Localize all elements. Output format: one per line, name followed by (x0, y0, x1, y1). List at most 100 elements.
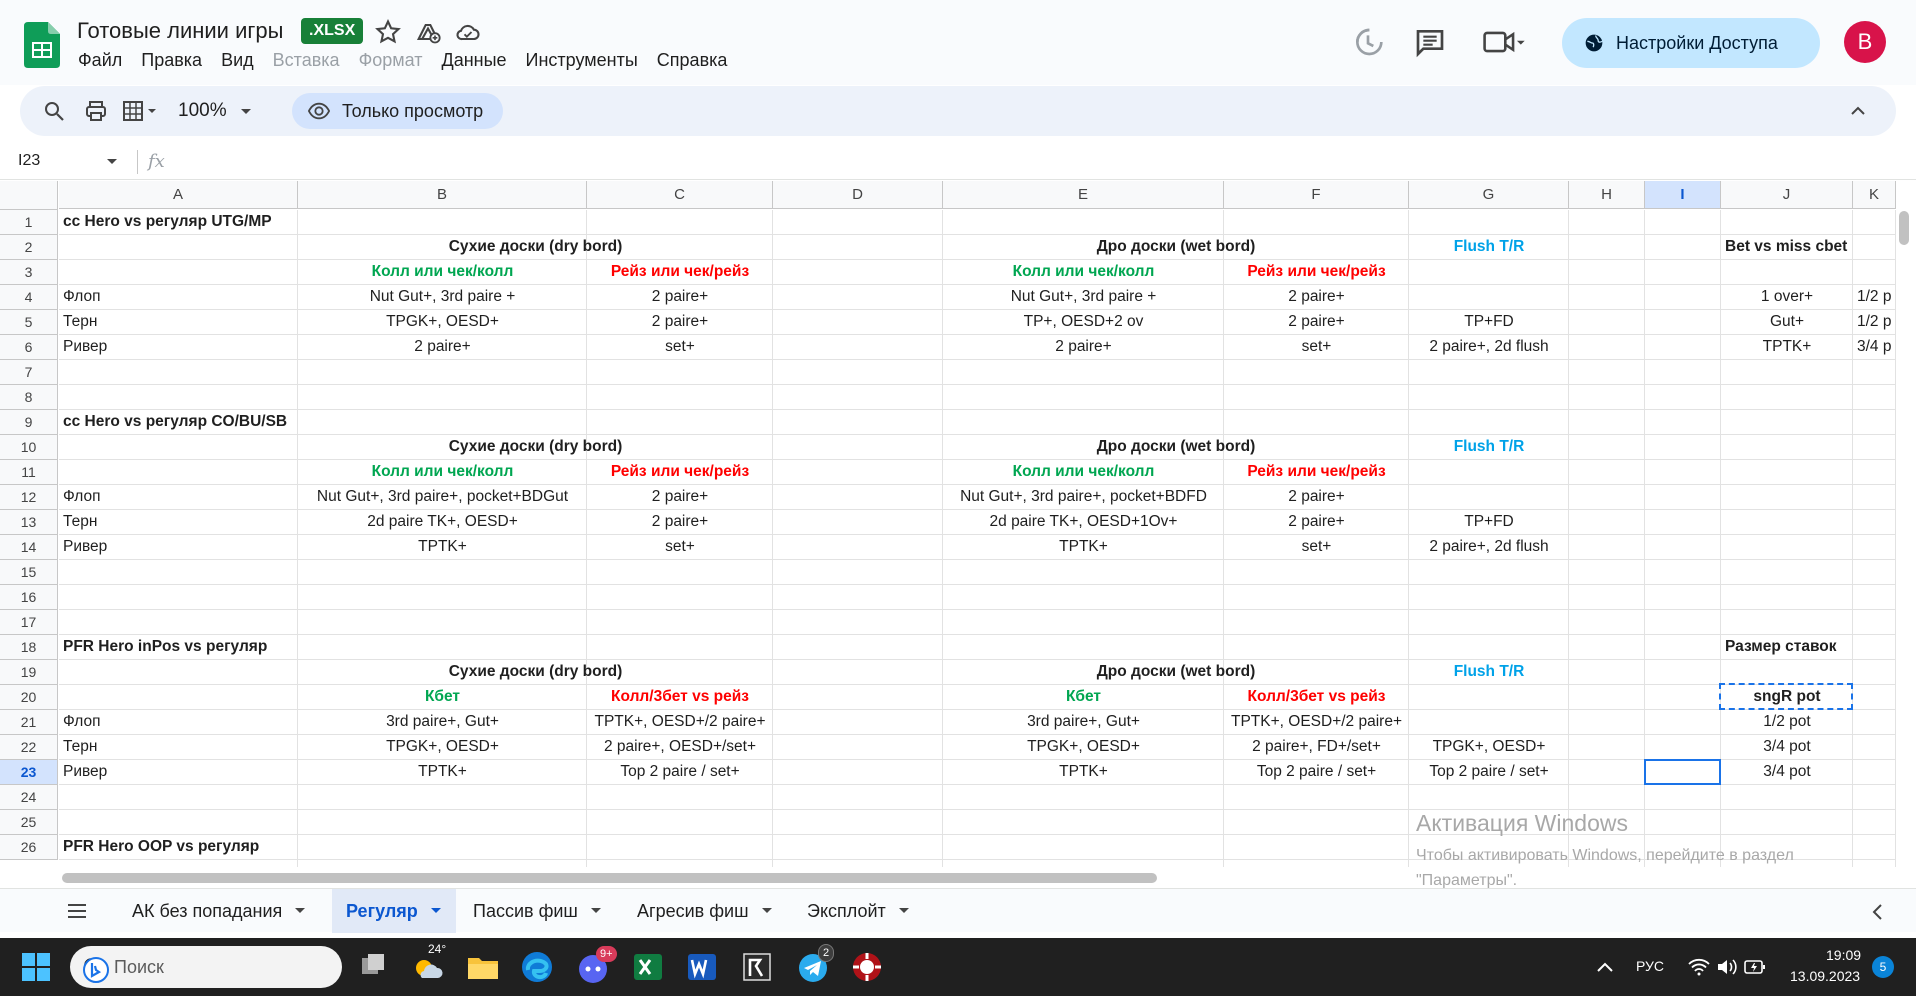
menu-item[interactable]: Справка (657, 50, 728, 71)
cell-b10[interactable]: Сухие доски (dry bord) (298, 435, 773, 460)
sheet-tab-dropdown-icon[interactable] (590, 907, 602, 915)
cell-j22[interactable]: 3/4 pot (1721, 735, 1853, 760)
row-header[interactable]: 25 (0, 810, 58, 835)
row-header[interactable]: 15 (0, 560, 58, 585)
row-header[interactable]: 17 (0, 610, 58, 635)
column-header[interactable]: H (1569, 181, 1645, 209)
cell-b20[interactable]: Кбет (298, 685, 587, 710)
cell-a26[interactable]: PFR Hero OOP vs регуляр (59, 835, 298, 860)
taskbar-search[interactable]: Поиск (70, 946, 342, 988)
cell-b12[interactable]: Nut Gut+, 3rd paire+, pocket+BDGut (298, 485, 587, 510)
row-header[interactable]: 24 (0, 785, 58, 810)
cell-e19[interactable]: Дро доски (wet bord) (943, 660, 1409, 685)
word-icon[interactable] (682, 948, 720, 986)
bing-icon[interactable] (82, 956, 110, 984)
sheet-tab-dropdown-icon[interactable] (430, 907, 442, 915)
cell-f5[interactable]: 2 paire+ (1224, 310, 1409, 335)
tray-expand-icon[interactable] (1596, 960, 1614, 974)
windows-start-icon[interactable] (22, 953, 50, 981)
cell-g2[interactable]: Flush T/R (1409, 235, 1569, 260)
cell-f4[interactable]: 2 paire+ (1224, 285, 1409, 310)
vertical-scrollbar-thumb[interactable] (1899, 211, 1909, 245)
column-header[interactable]: A (59, 181, 298, 209)
menu-item[interactable]: Формат (359, 50, 423, 71)
cell-g6[interactable]: 2 paire+, 2d flush (1409, 335, 1569, 360)
cell-e10[interactable]: Дро доски (wet bord) (943, 435, 1409, 460)
sheet-tab-dropdown-icon[interactable] (761, 907, 773, 915)
sheet-tab[interactable]: Регуляр (332, 889, 456, 933)
column-header[interactable]: K (1853, 181, 1896, 209)
comments-icon[interactable] (1414, 26, 1446, 58)
print-icon[interactable] (84, 99, 108, 123)
cell-e11[interactable]: Колл или чек/колл (943, 460, 1224, 485)
cell-e14[interactable]: TPTK+ (943, 535, 1224, 560)
row-header[interactable]: 26 (0, 835, 58, 860)
view-only-button[interactable]: Только просмотр (292, 93, 504, 129)
menu-item[interactable]: Инструменты (526, 50, 638, 71)
cell-c20[interactable]: Колл/3бет vs рейз (587, 685, 773, 710)
cell-k4[interactable]: 1/2 р (1853, 285, 1896, 310)
cell-c21[interactable]: TPTK+, OESD+/2 paire+ (587, 710, 773, 735)
version-history-icon[interactable] (1352, 26, 1384, 58)
cell-g23[interactable]: Top 2 paire / set+ (1409, 760, 1569, 785)
cell-c23[interactable]: Top 2 paire / set+ (587, 760, 773, 785)
column-header[interactable]: F (1224, 181, 1409, 209)
row-header[interactable]: 20 (0, 685, 58, 710)
column-header[interactable]: G (1409, 181, 1569, 209)
file-explorer-icon[interactable] (464, 948, 502, 986)
cell-a5[interactable]: Терн (59, 310, 298, 335)
row-header[interactable]: 10 (0, 435, 58, 460)
cell-b13[interactable]: 2d paire TK+, OESD+ (298, 510, 587, 535)
cell-e4[interactable]: Nut Gut+, 3rd paire + (943, 285, 1224, 310)
row-header[interactable]: 16 (0, 585, 58, 610)
cell-f12[interactable]: 2 paire+ (1224, 485, 1409, 510)
menu-item[interactable]: Правка (141, 50, 202, 71)
cell-k5[interactable]: 1/2 р (1853, 310, 1896, 335)
cell-e6[interactable]: 2 paire+ (943, 335, 1224, 360)
row-header[interactable]: 9 (0, 410, 58, 435)
cell-f21[interactable]: TPTK+, OESD+/2 paire+ (1224, 710, 1409, 735)
cell-c3[interactable]: Рейз или чек/рейз (587, 260, 773, 285)
row-header[interactable]: 14 (0, 535, 58, 560)
clock-time[interactable]: 19:09 (1826, 947, 1861, 963)
select-all-corner[interactable] (0, 181, 58, 210)
poker-tracker-icon[interactable] (738, 948, 776, 986)
cell-b4[interactable]: Nut Gut+, 3rd paire + (298, 285, 587, 310)
cell-a13[interactable]: Терн (59, 510, 298, 535)
row-header[interactable]: 2 (0, 235, 58, 260)
cell-k6[interactable]: 3/4 р (1853, 335, 1896, 360)
cell-j23[interactable]: 3/4 pot (1721, 760, 1853, 785)
cell-f6[interactable]: set+ (1224, 335, 1409, 360)
scroll-tabs-left-icon[interactable] (1870, 903, 1886, 921)
row-header[interactable]: 8 (0, 385, 58, 410)
row-header[interactable]: 19 (0, 660, 58, 685)
cell-f22[interactable]: 2 paire+, FD+/set+ (1224, 735, 1409, 760)
cell-c13[interactable]: 2 paire+ (587, 510, 773, 535)
zoom-level[interactable]: 100% (178, 100, 227, 122)
cell-j4[interactable]: 1 over+ (1721, 285, 1853, 310)
cell-f20[interactable]: Колл/3бет vs рейз (1224, 685, 1409, 710)
name-box-dropdown-icon[interactable] (106, 158, 118, 166)
cell-j21[interactable]: 1/2 pot (1721, 710, 1853, 735)
menu-item[interactable]: Файл (78, 50, 122, 71)
row-header[interactable]: 12 (0, 485, 58, 510)
menu-item[interactable]: Вид (221, 50, 254, 71)
vertical-scrollbar-track[interactable] (1896, 211, 1916, 867)
cell-b21[interactable]: 3rd paire+, Gut+ (298, 710, 587, 735)
cell-g22[interactable]: TPGK+, OESD+ (1409, 735, 1569, 760)
row-header[interactable]: 4 (0, 285, 58, 310)
cell-f13[interactable]: 2 paire+ (1224, 510, 1409, 535)
cell-a23[interactable]: Ривер (59, 760, 298, 785)
cell-f3[interactable]: Рейз или чек/рейз (1224, 260, 1409, 285)
row-header[interactable]: 5 (0, 310, 58, 335)
cell-b14[interactable]: TPTK+ (298, 535, 587, 560)
sheet-tab-dropdown-icon[interactable] (898, 907, 910, 915)
cell-b22[interactable]: TPGK+, OESD+ (298, 735, 587, 760)
volume-icon[interactable] (1716, 958, 1738, 976)
menu-item[interactable]: Данные (442, 50, 507, 71)
column-header[interactable]: I (1645, 181, 1721, 209)
cell-c5[interactable]: 2 paire+ (587, 310, 773, 335)
cell-e13[interactable]: 2d paire TK+, OESD+1Ov+ (943, 510, 1224, 535)
row-header[interactable]: 7 (0, 360, 58, 385)
cell-a14[interactable]: Ривер (59, 535, 298, 560)
